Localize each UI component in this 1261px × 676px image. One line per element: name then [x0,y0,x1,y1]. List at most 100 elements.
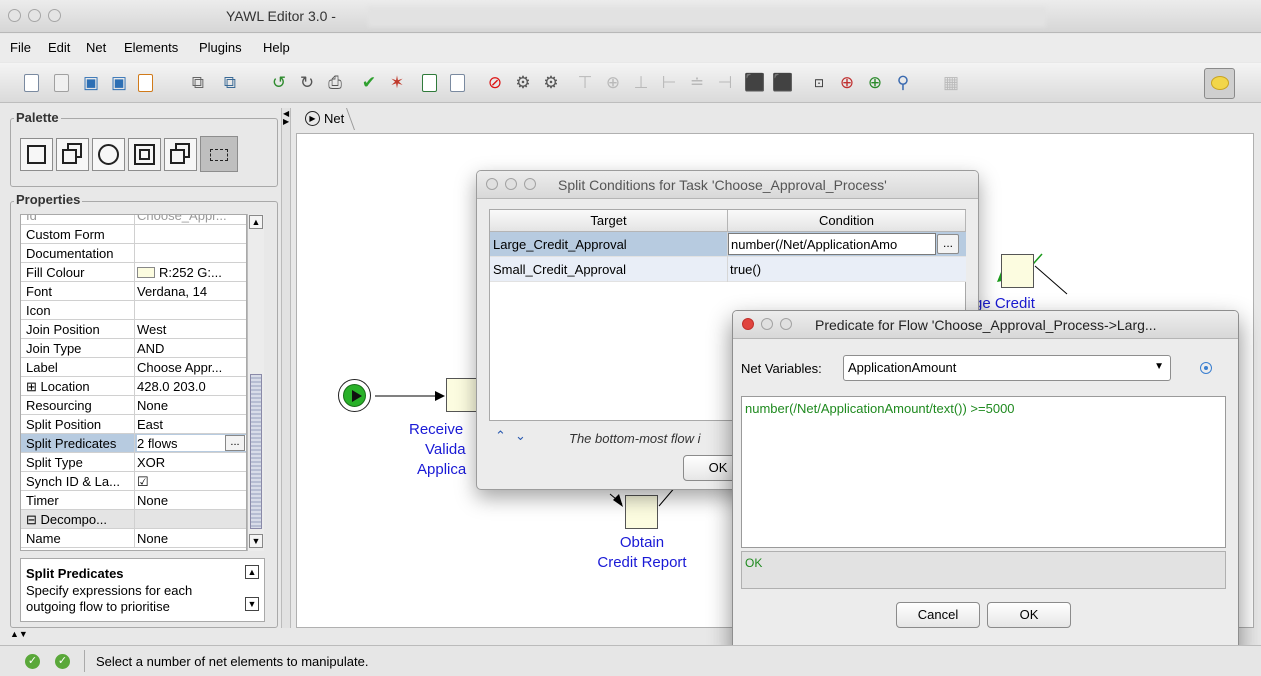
export-icon[interactable]: ⧉ [219,72,241,94]
analyse-icon[interactable]: ✶ [386,72,408,94]
save-icon[interactable]: ▣ [80,72,102,94]
dialog-close-button[interactable] [742,318,754,330]
new-spec-icon[interactable] [24,74,39,92]
edit-condition-button[interactable]: ... [937,234,959,254]
condition-tool[interactable] [92,138,125,171]
edit-predicates-button[interactable]: ... [225,435,245,451]
actual-size-icon[interactable]: ⊡ [808,72,830,94]
column-header-condition[interactable]: Condition [728,210,966,232]
grid-icon[interactable]: ▦ [940,72,962,94]
properties-scrollbar[interactable]: ▲ ▼ [247,214,264,551]
zoom-in-icon[interactable]: ⊕ [864,72,886,94]
zoom-window-button[interactable] [48,9,61,22]
scroll-up-icon[interactable]: ▲ [249,215,263,229]
table-row[interactable]: Fill Colour R:252 G:... [21,263,246,282]
menu-plugins[interactable]: Plugins [199,40,242,55]
dialog-minimize-button[interactable] [505,178,517,190]
table-row[interactable]: Resourcing None [21,396,246,415]
zoom-out-icon[interactable]: ⚲ [892,72,914,94]
table-row-selected[interactable]: Large_Credit_Approval number(/Net/Applic… [490,232,966,257]
task-obtain-credit-report[interactable] [625,495,658,529]
table-row[interactable]: ⊞ Location 428.0 203.0 [21,377,246,396]
split-dialog-titlebar[interactable]: Split Conditions for Task 'Choose_Approv… [477,171,978,199]
close-spec-icon[interactable] [138,74,153,92]
tab-net[interactable]: ▶ Net [300,108,356,130]
predicate-expression-editor[interactable]: number(/Net/ApplicationAmount/text()) >=… [741,396,1226,548]
dialog-minimize-button[interactable] [761,318,773,330]
data-gateway-icon[interactable]: ⚙ [512,72,534,94]
table-row-selected[interactable]: Split Predicates 2 flows ... [21,434,246,453]
ok-button[interactable]: OK [987,602,1071,628]
table-row[interactable]: Split Position East [21,415,246,434]
menu-file[interactable]: File [10,40,31,55]
import-icon[interactable]: ⧉ [187,72,209,94]
table-row[interactable]: Custom Form [21,225,246,244]
align-middle-icon[interactable]: ≐ [686,72,708,94]
minimize-window-button[interactable] [28,9,41,22]
align-left-icon[interactable]: ⊢ [658,72,680,94]
increase-size-icon[interactable]: ⬛ [744,72,766,94]
zoom-selected-icon[interactable]: ⊕ [836,72,858,94]
multi-composite-tool[interactable] [164,138,197,171]
scroll-down-icon[interactable]: ▼ [249,534,263,548]
table-row-group[interactable]: ⊟ Decompo... [21,510,246,529]
align-center-icon[interactable]: ⊕ [602,72,624,94]
net-variables-select[interactable]: ApplicationAmount ▼ [843,355,1171,381]
task-receive[interactable] [446,378,479,412]
composite-task-tool[interactable] [128,138,161,171]
column-header-target[interactable]: Target [490,210,728,232]
decrease-size-icon[interactable]: ⬛ [772,72,794,94]
splitter-arrows-icon[interactable]: ◀ ▶ [283,110,289,126]
dialog-zoom-button[interactable] [524,178,536,190]
multi-task-tool[interactable] [56,138,89,171]
move-up-icon[interactable]: ⌃ [495,428,506,444]
table-row[interactable]: Name None [21,529,246,548]
task-large-credit[interactable] [1001,254,1034,288]
dialog-close-button[interactable] [486,178,498,190]
menu-elements[interactable]: Elements [124,40,178,55]
condition-editor[interactable]: number(/Net/ApplicationAmo [728,233,936,255]
table-row[interactable]: Documentation [21,244,246,263]
menu-net[interactable]: Net [86,40,106,55]
add-net-icon[interactable] [422,74,437,92]
align-bottom-icon[interactable]: ⊥ [630,72,652,94]
properties-table[interactable]: Id Choose_Appr... Custom Form Documentat… [20,214,247,551]
annotation-tool-button[interactable] [1204,68,1235,99]
table-row[interactable]: Synch ID & La... ☑ [21,472,246,491]
table-row[interactable]: Timer None [21,491,246,510]
input-condition[interactable] [338,379,371,412]
redo-icon[interactable]: ↻ [296,72,318,94]
menu-edit[interactable]: Edit [48,40,70,55]
table-row[interactable]: Join Position West [21,320,246,339]
scroll-thumb[interactable] [250,374,262,529]
table-row[interactable]: Small_Credit_Approval true() [490,257,966,282]
data-type-icon[interactable]: ⚙ [540,72,562,94]
remove-net-icon[interactable] [450,74,465,92]
dialog-zoom-button[interactable] [780,318,792,330]
save-as-icon[interactable]: ▣ [108,72,130,94]
predicate-dialog-titlebar[interactable]: Predicate for Flow 'Choose_Approval_Proc… [733,311,1238,339]
panel-splitter[interactable]: ◀ ▶ [281,108,291,628]
insert-variable-icon[interactable] [1200,362,1212,374]
print-icon[interactable]: ⎙ [324,72,346,94]
table-row[interactable]: Label Choose Appr... [21,358,246,377]
cancel-button[interactable]: Cancel [896,602,980,628]
synch-checkbox[interactable]: ☑ [137,474,246,490]
atomic-task-tool[interactable] [20,138,53,171]
align-right-icon[interactable]: ⊣ [714,72,736,94]
menu-help[interactable]: Help [263,40,290,55]
open-spec-icon[interactable] [54,74,69,92]
no-entry-icon[interactable]: ⊘ [484,72,506,94]
table-row[interactable]: Id Choose_Appr... [21,215,246,225]
marquee-select-tool[interactable] [200,136,238,172]
align-top-icon[interactable]: ⊤ [574,72,596,94]
close-window-button[interactable] [8,9,21,22]
bottom-splitter-icon[interactable]: ▲▼ [10,630,28,639]
table-row[interactable]: Split Type XOR [21,453,246,472]
help-scroll-up-icon[interactable]: ▲ [245,565,259,579]
table-row[interactable]: Join Type AND [21,339,246,358]
undo-icon[interactable]: ↺ [268,72,290,94]
table-row[interactable]: Icon [21,301,246,320]
validate-icon[interactable]: ✔ [358,72,380,94]
table-row[interactable]: Font Verdana, 14 [21,282,246,301]
